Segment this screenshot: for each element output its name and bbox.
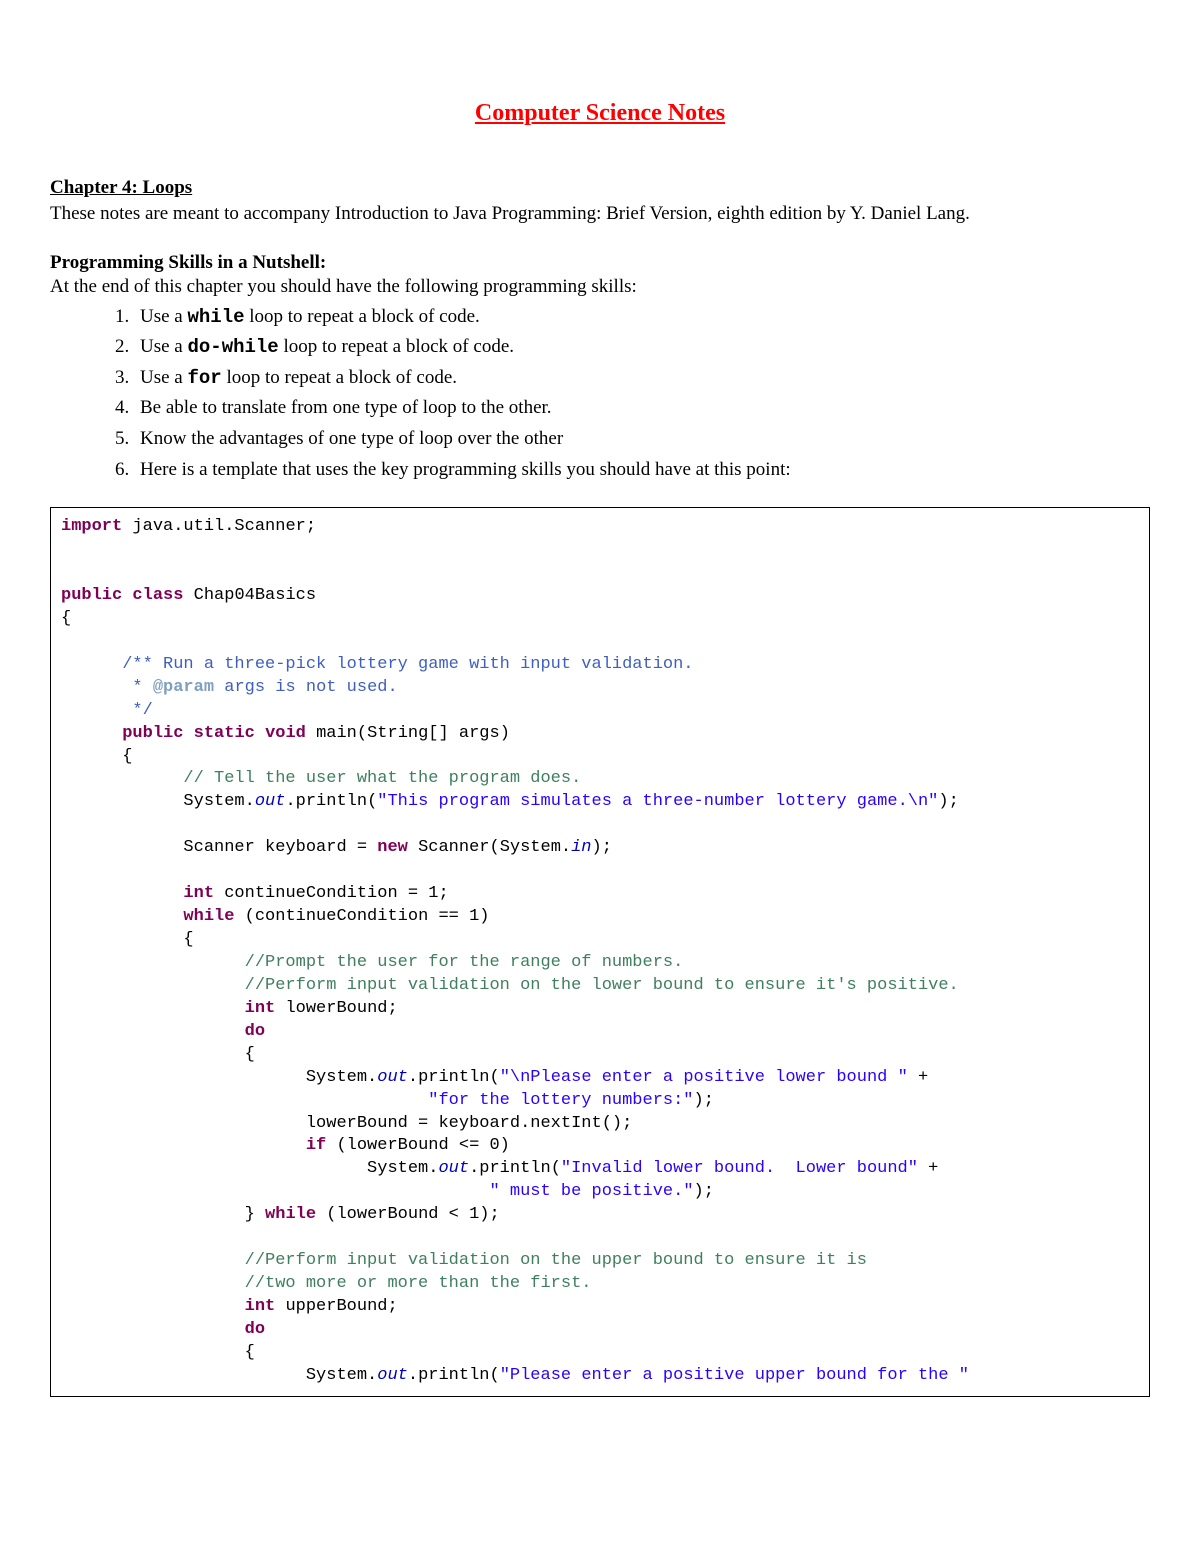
chapter-heading: Chapter 4: Loops: [50, 177, 1150, 199]
skills-list: Use a while loop to repeat a block of co…: [50, 304, 1150, 484]
document-title: Computer Science Notes: [50, 100, 1150, 127]
section-heading: Programming Skills in a Nutshell:: [50, 252, 1150, 274]
list-item: Be able to translate from one type of lo…: [134, 395, 1150, 422]
list-item: Use a do-while loop to repeat a block of…: [134, 334, 1150, 361]
list-item: Use a for loop to repeat a block of code…: [134, 365, 1150, 392]
list-item: Know the advantages of one type of loop …: [134, 426, 1150, 453]
code-block: import java.util.Scanner; public class C…: [50, 507, 1150, 1397]
list-item: Use a while loop to repeat a block of co…: [134, 304, 1150, 331]
intro-paragraph: These notes are meant to accompany Intro…: [50, 201, 1150, 228]
list-item: Here is a template that uses the key pro…: [134, 457, 1150, 484]
section-intro: At the end of this chapter you should ha…: [50, 276, 1150, 298]
document-page: Computer Science Notes Chapter 4: Loops …: [0, 0, 1200, 1447]
